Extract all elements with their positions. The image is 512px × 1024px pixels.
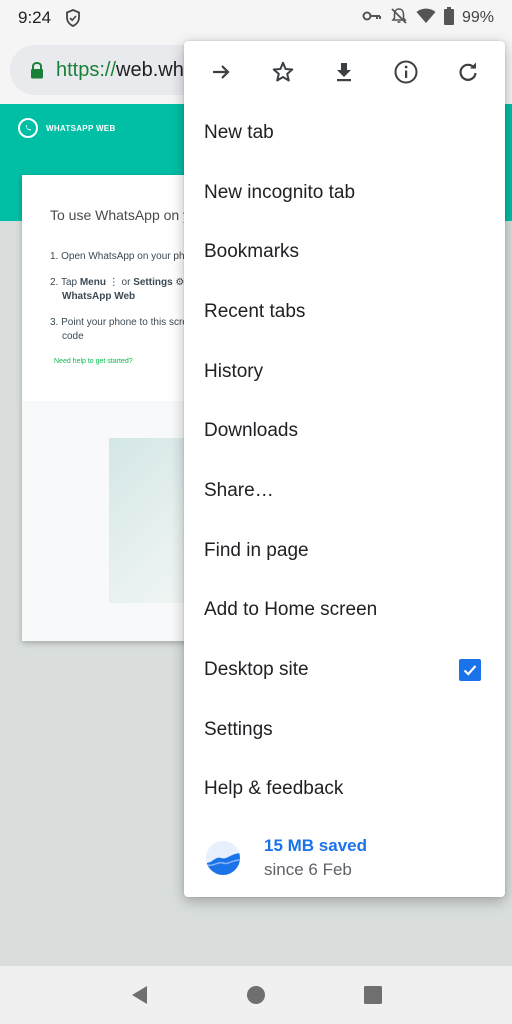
menu-item-help-feedback[interactable]: Help & feedback: [184, 759, 505, 819]
bookmark-star-icon[interactable]: [259, 48, 307, 96]
back-icon[interactable]: [119, 975, 159, 1015]
status-time: 9:24: [18, 8, 52, 27]
step-3-line2: code: [62, 331, 84, 342]
menu-item-label: Recent tabs: [204, 301, 306, 322]
vpn-key-icon: [362, 9, 382, 28]
menu-item-desktop-site[interactable]: Desktop site: [184, 640, 505, 700]
step-2-settings: Settings: [133, 277, 173, 288]
menu-item-label: Share…: [204, 480, 274, 501]
menu-item-share[interactable]: Share…: [184, 461, 505, 521]
url-scheme: https://: [56, 58, 117, 81]
step-2-target: WhatsApp Web: [62, 291, 136, 302]
desktop-site-checkbox[interactable]: [459, 659, 481, 681]
shield-icon: [65, 9, 81, 27]
forward-icon[interactable]: [197, 48, 245, 96]
data-savings-summary[interactable]: 15 MB saved since 6 Feb: [184, 827, 505, 889]
wifi-icon: [416, 8, 436, 29]
menu-item-recent-tabs[interactable]: Recent tabs: [184, 282, 505, 342]
whatsapp-icon: [18, 118, 38, 138]
savings-since: since 6 Feb: [264, 860, 352, 879]
menu-item-new-tab[interactable]: New tab: [184, 103, 505, 163]
battery-percentage: 99%: [461, 9, 494, 26]
lock-icon[interactable]: [30, 61, 46, 79]
menu-item-label: Find in page: [204, 540, 309, 561]
step-3: 3. Point your phone to this screen to ca…: [50, 316, 263, 344]
menu-item-downloads[interactable]: Downloads: [184, 401, 505, 461]
step-2: 2. Tap Menu ⋮ or Settings ⚙ and select W…: [50, 276, 233, 304]
menu-item-new-incognito-tab[interactable]: New incognito tab: [184, 163, 505, 223]
menu-item-label: History: [204, 361, 264, 382]
download-icon[interactable]: [320, 48, 368, 96]
data-saver-icon: [206, 841, 240, 875]
menu-item-add-to-home-screen[interactable]: Add to Home screen: [184, 580, 505, 640]
menu-item-history[interactable]: History: [184, 342, 505, 402]
menu-item-label: Desktop site: [204, 659, 309, 680]
menu-icon-row: [184, 41, 505, 103]
refresh-icon[interactable]: [444, 48, 492, 96]
menu-item-settings[interactable]: Settings: [184, 700, 505, 760]
help-link[interactable]: Need help to get started?: [54, 358, 133, 365]
step-2-menu: Menu: [79, 277, 106, 288]
overflow-menu: New tab New incognito tab Bookmarks Rece…: [184, 41, 505, 897]
menu-item-label: Help & feedback: [204, 778, 344, 799]
info-icon[interactable]: [382, 48, 430, 96]
status-icons: 99%: [362, 6, 494, 30]
home-icon[interactable]: [236, 975, 276, 1015]
menu-item-bookmarks[interactable]: Bookmarks: [184, 222, 505, 282]
savings-text: 15 MB saved since 6 Feb: [264, 836, 367, 880]
menu-item-label: Bookmarks: [204, 241, 300, 262]
menu-item-label: New incognito tab: [204, 182, 356, 203]
menu-item-label: Settings: [204, 719, 273, 740]
notifications-off-icon: [390, 7, 408, 30]
menu-item-find-in-page[interactable]: Find in page: [184, 521, 505, 581]
status-bar: 9:24 99%: [0, 0, 512, 36]
step-2-or: ⋮ or: [105, 277, 134, 288]
step-1: 1. Open WhatsApp on your phone: [50, 251, 202, 262]
step-2-prefix: 2. Tap: [50, 277, 80, 288]
instruction-steps: 1. Open WhatsApp on your phone 2. Tap Me…: [50, 250, 263, 356]
menu-item-label: Downloads: [204, 420, 298, 441]
whatsapp-logo: WHATSAPP WEB: [18, 118, 116, 138]
menu-item-label: New tab: [204, 122, 274, 143]
battery-icon: [443, 6, 454, 30]
recents-icon[interactable]: [353, 975, 393, 1015]
menu-item-label: Add to Home screen: [204, 599, 378, 620]
savings-amount: 15 MB saved: [264, 836, 367, 855]
system-navigation-bar: [0, 966, 512, 1024]
whatsapp-brand: WHATSAPP WEB: [46, 123, 116, 133]
